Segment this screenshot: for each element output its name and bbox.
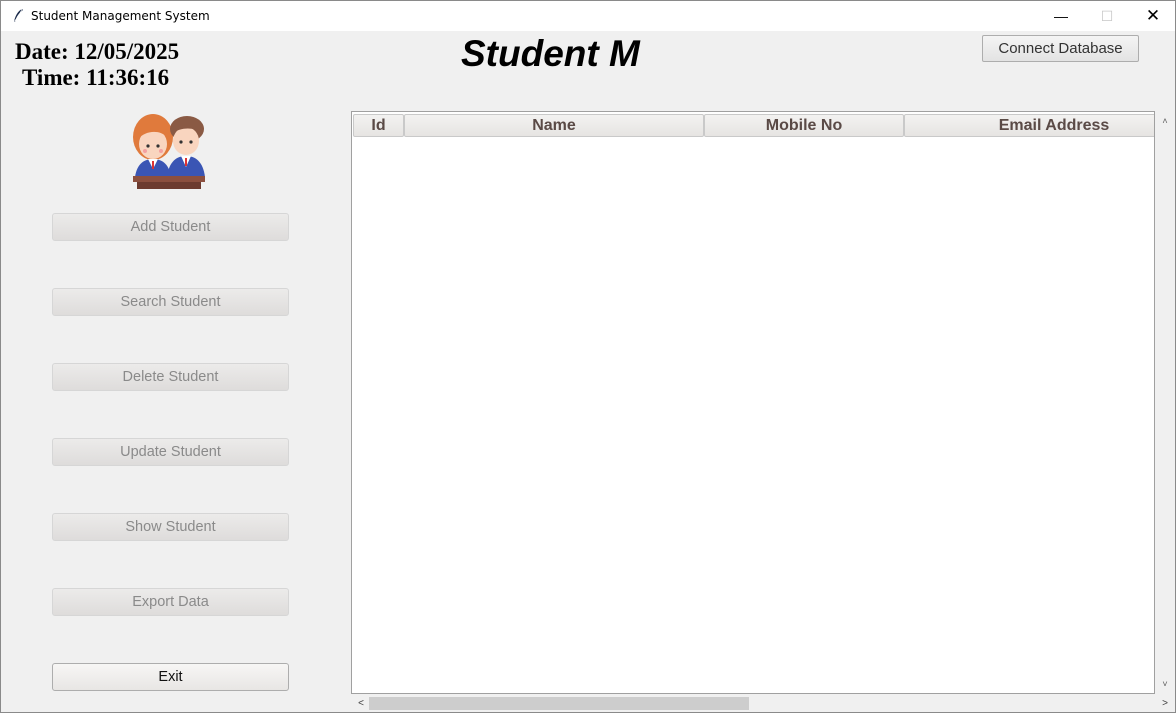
- date-label: Date: 12/05/2025: [15, 39, 180, 64]
- table-body[interactable]: [352, 138, 1154, 693]
- scroll-up-icon[interactable]: ˄: [1155, 113, 1175, 129]
- show-student-button[interactable]: Show Student: [52, 513, 289, 541]
- students-icon: [133, 114, 205, 189]
- minimize-button[interactable]: —: [1038, 1, 1084, 31]
- page-title: Student M: [461, 33, 640, 74]
- close-button[interactable]: ✕: [1130, 1, 1175, 31]
- delete-student-button[interactable]: Delete Student: [52, 363, 289, 391]
- export-data-button[interactable]: Export Data: [52, 588, 289, 616]
- vertical-scrollbar[interactable]: ˄ ˅: [1155, 111, 1175, 694]
- connect-database-button[interactable]: Connect Database: [982, 35, 1139, 62]
- add-student-button[interactable]: Add Student: [52, 213, 289, 241]
- table-header: Id Name Mobile No Email Address: [352, 112, 1154, 138]
- exit-button[interactable]: Exit: [52, 663, 289, 691]
- search-student-button[interactable]: Search Student: [52, 288, 289, 316]
- scroll-left-icon[interactable]: <: [353, 695, 369, 712]
- column-header-email[interactable]: Email Address: [904, 114, 1154, 137]
- maximize-button[interactable]: ☐: [1084, 1, 1130, 31]
- update-student-button[interactable]: Update Student: [52, 438, 289, 466]
- scroll-right-icon[interactable]: >: [1157, 695, 1173, 712]
- horizontal-scrollbar[interactable]: < >: [351, 695, 1175, 712]
- time-label: Time: 11:36:16: [22, 65, 170, 90]
- scrollbar-thumb[interactable]: [369, 697, 749, 710]
- column-header-id[interactable]: Id: [353, 114, 404, 137]
- scroll-down-icon[interactable]: ˅: [1155, 676, 1175, 692]
- student-table[interactable]: Id Name Mobile No Email Address: [351, 111, 1155, 694]
- window-title: Student Management System: [31, 9, 210, 23]
- column-header-name[interactable]: Name: [404, 114, 704, 137]
- feather-icon: [13, 8, 23, 23]
- title-bar[interactable]: Student Management System — ☐ ✕: [1, 1, 1175, 31]
- app-window: Student Management System — ☐ ✕ Date: 12…: [0, 0, 1176, 713]
- column-header-mobile[interactable]: Mobile No: [704, 114, 904, 137]
